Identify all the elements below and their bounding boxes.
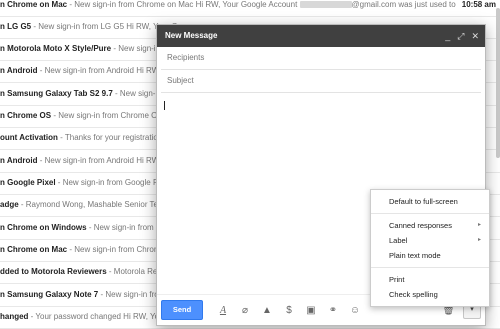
menu-item-default-full-screen[interactable]: Default to full-screen (371, 194, 489, 209)
row-subject: dded to Motorola Reviewers (0, 267, 107, 276)
submenu-arrow-icon: ▸ (477, 222, 481, 228)
menu-item-label: Print (389, 275, 405, 284)
row-subject: n Chrome OS (0, 111, 52, 120)
row-subject: ount Activation (0, 133, 58, 142)
row-snippet-after: @gmail.com was just used to sig (351, 0, 469, 9)
popout-icon[interactable]: ⤢ (457, 25, 464, 47)
emoji-icon[interactable]: ☺ (349, 305, 361, 316)
row-subject: n Motorola Moto X Style/Pure (0, 44, 112, 53)
send-button[interactable]: Send (161, 300, 203, 320)
row-subject: n Chrome on Mac (0, 0, 68, 9)
attach-icon[interactable]: ⌀ (239, 305, 251, 316)
row-subject: n Android (0, 156, 38, 165)
row-subject: adge (0, 200, 19, 209)
menu-separator (371, 267, 489, 268)
row-snippet: - New sign-in from Chrome on Mac Hi RW, … (67, 0, 300, 9)
row-subject: n Android (0, 66, 38, 75)
menu-item-label: Label (389, 236, 408, 245)
menu-item-canned-responses[interactable]: Canned responses ▸ (371, 218, 489, 233)
row-subject: n LG G5 (0, 22, 32, 31)
photo-icon[interactable]: ▣ (305, 305, 317, 316)
row-subject: n Chrome on Mac (0, 245, 68, 254)
row-subject: n Samsung Galaxy Note 7 (0, 290, 99, 299)
more-options-menu: Default to full-screen Canned responses ▸… (370, 189, 490, 307)
subject-field[interactable]: Subject (161, 70, 481, 93)
recipients-field[interactable]: Recipients (161, 47, 481, 70)
row-subject: n Chrome on Windows (0, 223, 87, 232)
compose-title: New Message (165, 31, 218, 40)
row-snippet: - Raymond Wong, Mashable Senior Tech C (18, 200, 175, 209)
inbox-scrollbar[interactable] (496, 8, 500, 158)
menu-item-label: Check spelling (389, 290, 438, 299)
text-cursor (164, 101, 165, 110)
menu-item-label[interactable]: Label ▸ (371, 233, 489, 248)
formatting-icon[interactable]: A (217, 305, 229, 316)
menu-separator (371, 213, 489, 214)
row-snippet: - New sign-in from Google Pixel (55, 178, 171, 187)
submenu-arrow-icon: ▸ (477, 237, 481, 243)
menu-item-print[interactable]: Print (371, 272, 489, 287)
row-subject: n Samsung Galaxy Tab S2 9.7 (0, 89, 113, 98)
close-icon[interactable]: ✕ (471, 25, 479, 47)
row-time: 10:58 am (455, 0, 496, 16)
row-snippet: - New sign-in from Chrome OS H (51, 111, 171, 120)
minimize-icon[interactable]: _ (445, 25, 450, 47)
menu-item-label: Default to full-screen (389, 197, 458, 206)
inbox-row[interactable]: n Chrome on Mac - New sign-in from Chrom… (0, 0, 500, 17)
menu-item-check-spelling[interactable]: Check spelling (371, 287, 489, 302)
menu-item-label: Plain text mode (389, 251, 441, 260)
menu-item-plain-text-mode[interactable]: Plain text mode (371, 248, 489, 263)
row-subject: n Google Pixel (0, 178, 56, 187)
redacted-email (299, 1, 352, 9)
money-icon[interactable]: $ (283, 305, 295, 316)
menu-item-label: Canned responses (389, 221, 452, 230)
drive-icon[interactable]: ▲ (261, 305, 273, 316)
row-subject: hanged (0, 312, 29, 321)
link-icon[interactable]: ⚭ (327, 305, 339, 316)
row-snippet: - Your password changed Hi RW, Yo (28, 312, 160, 321)
compose-header: New Message _ ⤢ ✕ (157, 25, 485, 47)
